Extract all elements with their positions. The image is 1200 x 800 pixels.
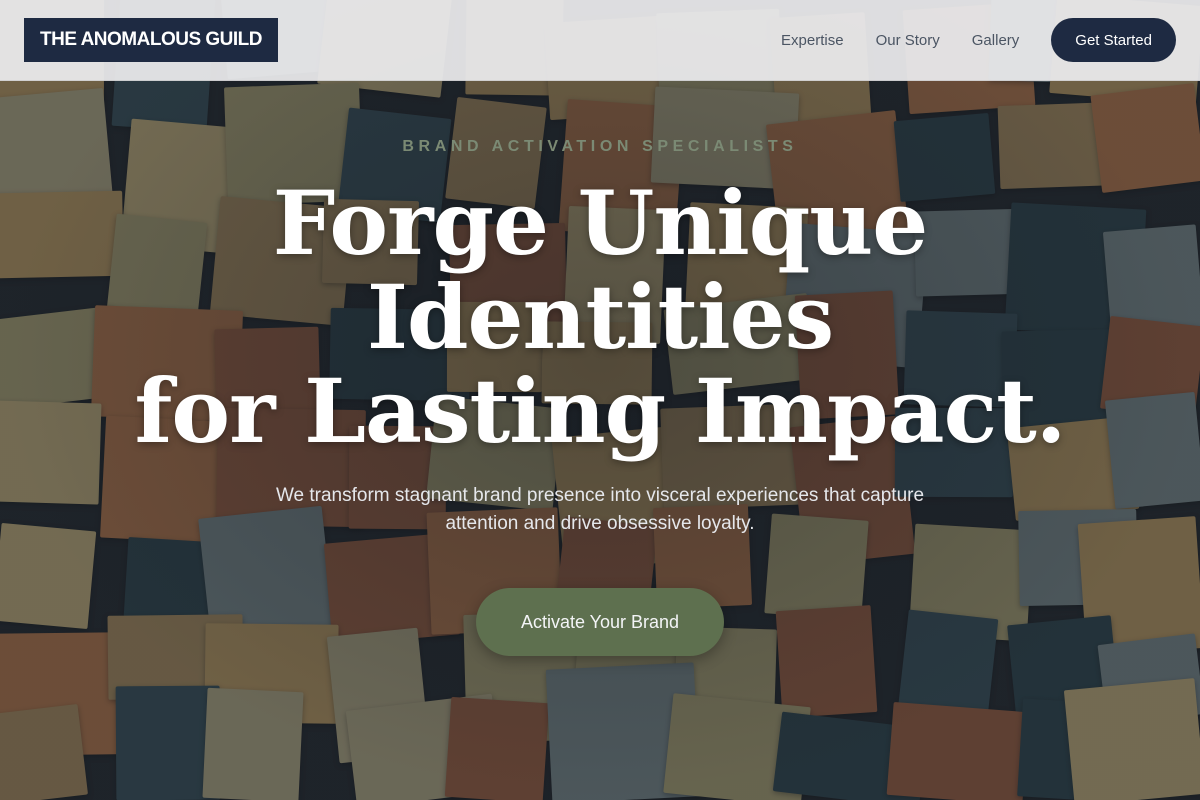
nav-link-our-story[interactable]: Our Story — [876, 32, 940, 49]
site-header: THE ANOMALOUS GUILD Expertise Our Story … — [0, 0, 1200, 81]
get-started-button[interactable]: Get Started — [1051, 18, 1176, 62]
hero-title-line: for Lasting Impact. — [134, 359, 1067, 463]
site-logo[interactable]: THE ANOMALOUS GUILD — [24, 18, 279, 62]
hero-eyebrow: BRAND ACTIVATION SPECIALISTS — [402, 138, 798, 155]
hero-title-line: Identities — [366, 265, 834, 369]
hero-section: BRAND ACTIVATION SPECIALISTS Forge Uniqu… — [0, 81, 1200, 800]
hero-title: Forge Unique Identities for Lasting Impa… — [134, 171, 1067, 463]
nav-link-gallery[interactable]: Gallery — [972, 32, 1020, 49]
hero-title-line: Forge Unique — [272, 171, 929, 275]
activate-brand-button[interactable]: Activate Your Brand — [476, 588, 724, 656]
nav-link-expertise[interactable]: Expertise — [781, 32, 844, 49]
main-nav: Expertise Our Story Gallery Get Started — [781, 18, 1176, 62]
hero-subtitle: We transform stagnant brand presence int… — [275, 485, 925, 534]
